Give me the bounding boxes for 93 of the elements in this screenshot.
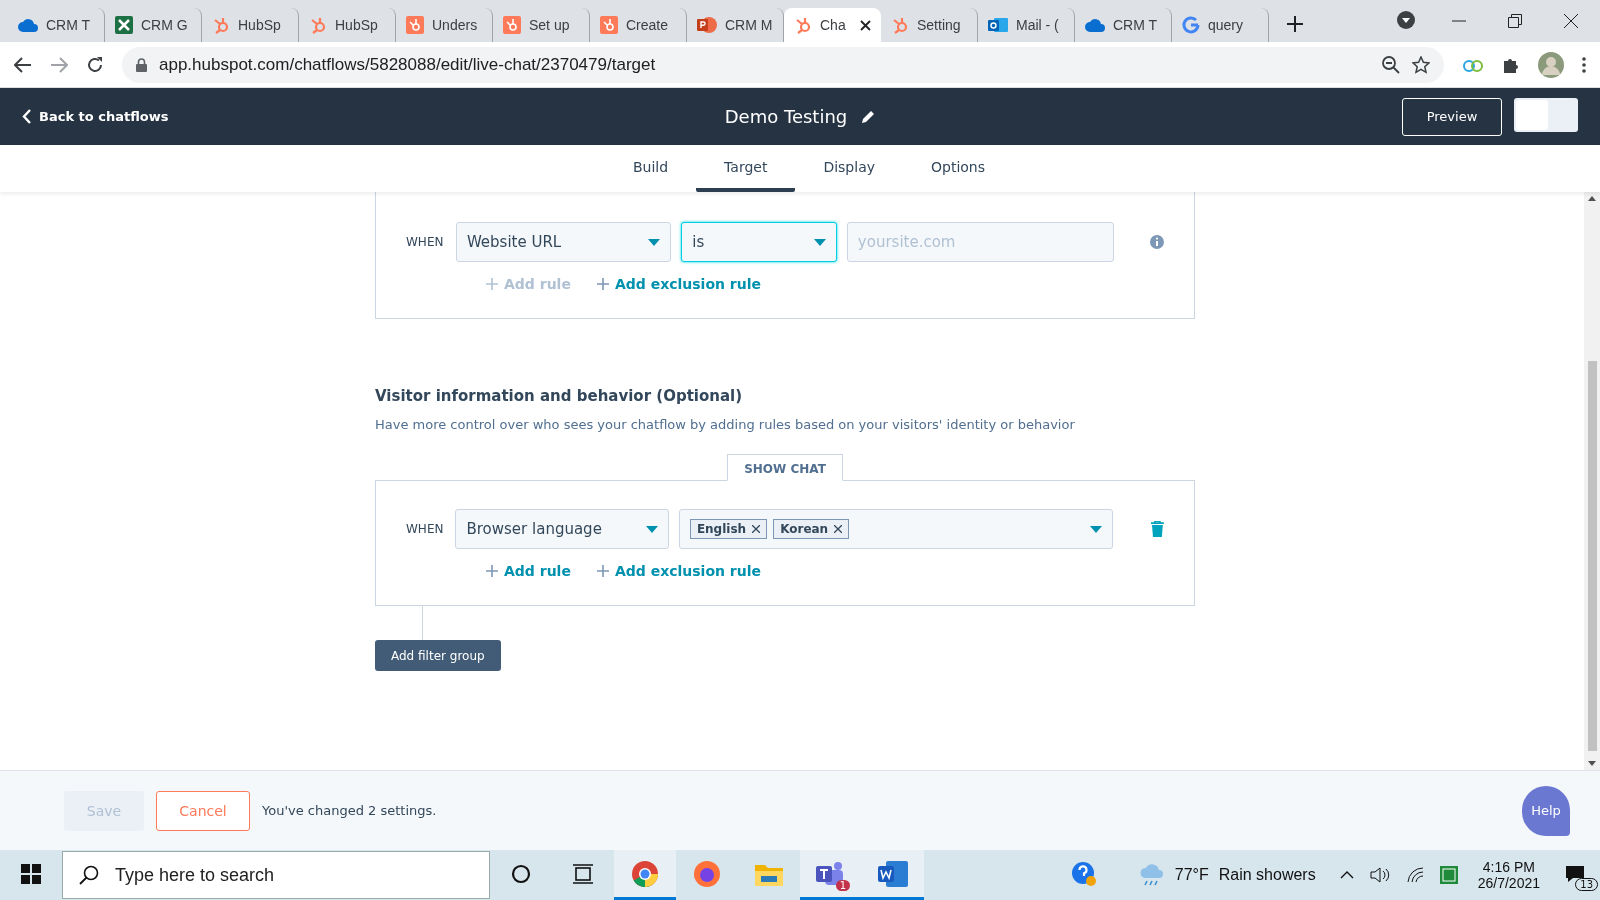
- google-icon: [1182, 16, 1200, 34]
- avatar-icon[interactable]: [1538, 51, 1564, 78]
- mail-icon: [988, 16, 1008, 34]
- task-view-icon: [572, 863, 594, 884]
- search-icon: [79, 865, 99, 885]
- notification-button[interactable]: 13: [1550, 850, 1600, 900]
- caret-icon: [645, 525, 658, 533]
- when-label: WHEN: [406, 522, 445, 536]
- caret-icon: [813, 238, 826, 246]
- preview-button[interactable]: Preview: [1402, 97, 1502, 136]
- value-tag[interactable]: Korean: [773, 519, 850, 539]
- taskbar-app[interactable]: 1: [800, 850, 862, 900]
- taskbar-search-box[interactable]: Type here to search: [62, 851, 490, 899]
- sprocket-icon: [406, 16, 424, 34]
- circle-icon: [511, 863, 531, 884]
- values-multiselect[interactable]: English Korean: [678, 509, 1114, 549]
- chevron-left-icon: [22, 109, 31, 124]
- pencil-icon[interactable]: [861, 109, 876, 124]
- tab-search-icon[interactable]: [1396, 10, 1416, 30]
- caret-icon: [648, 238, 661, 246]
- scrollbar[interactable]: [1584, 192, 1600, 770]
- sprocket-icon: [794, 16, 812, 34]
- nav-tab[interactable]: Options: [903, 145, 1014, 192]
- nav-tab[interactable]: Display: [795, 145, 903, 192]
- browser-tab[interactable]: Cha: [784, 8, 881, 42]
- new-tab-icon[interactable]: [1287, 16, 1303, 32]
- group-label: SHOW CHAT: [727, 454, 843, 481]
- reload-icon[interactable]: [86, 55, 104, 74]
- plus-icon: [486, 278, 498, 290]
- back-arrow-icon[interactable]: [14, 56, 32, 73]
- sprocket-icon: [309, 16, 327, 34]
- add-filter-group-button[interactable]: Add filter group: [375, 640, 501, 671]
- keyboard-icon[interactable]: [1439, 866, 1458, 884]
- taskbar-app[interactable]: [614, 850, 676, 900]
- add-rule-link[interactable]: Add rule: [486, 563, 571, 579]
- section-heading: Visitor information and behavior (Optional): [375, 387, 744, 405]
- cloud-icon: [1085, 18, 1105, 32]
- remove-icon[interactable]: [834, 525, 843, 533]
- section-description: Have more control over who sees your chatflow by adding rules based on your visitors' identity or behavior: [375, 417, 1076, 432]
- teams-icon: [816, 859, 846, 888]
- word-icon: [878, 859, 908, 888]
- speaker-icon[interactable]: [1369, 867, 1390, 883]
- sprocket-icon: [212, 16, 230, 34]
- temperature-text: 77°F: [1174, 866, 1209, 884]
- toggle-switch[interactable]: [1514, 97, 1578, 132]
- taskbar-app[interactable]: [862, 850, 924, 900]
- sprocket-icon: [600, 16, 618, 34]
- notification-badge: 1: [835, 880, 850, 891]
- chevron-up-icon[interactable]: [1339, 871, 1354, 879]
- plus-icon: [596, 278, 609, 290]
- spreadsheet-icon: [115, 16, 133, 34]
- scroll-up-icon[interactable]: [1588, 196, 1596, 201]
- menu-icon[interactable]: [1582, 56, 1586, 73]
- nav-tab[interactable]: Build: [604, 145, 697, 192]
- presentation-icon: [697, 16, 717, 34]
- value-tag[interactable]: English: [689, 519, 768, 539]
- plus-icon: [486, 565, 498, 577]
- plus-icon: [596, 565, 609, 577]
- sprocket-icon: [891, 16, 909, 34]
- back-link[interactable]: Back to chatflows: [22, 109, 422, 124]
- question-icon: [1070, 860, 1097, 887]
- value-field[interactable]: yoursite.com: [846, 222, 1115, 262]
- lock-icon: [136, 57, 147, 72]
- remove-icon[interactable]: [752, 525, 761, 533]
- add-rule-link[interactable]: Add exclusion rule: [596, 276, 762, 292]
- star-icon[interactable]: [1412, 55, 1430, 74]
- cloud-icon: [18, 18, 38, 32]
- help-button[interactable]: Help: [1522, 785, 1570, 836]
- restore-icon[interactable]: [1508, 14, 1522, 28]
- taskbar-search-field[interactable]: Type here to search: [113, 852, 473, 898]
- wifi-icon[interactable]: [1405, 867, 1424, 883]
- firefox-icon: [693, 859, 721, 888]
- zoom-out-icon[interactable]: [1382, 55, 1400, 74]
- windows-icon: [21, 863, 41, 884]
- changes-message: You've changed 2 settings.: [262, 803, 438, 818]
- caret-icon: [1090, 525, 1103, 533]
- info-icon[interactable]: [1150, 235, 1164, 249]
- close-icon[interactable]: [1564, 14, 1578, 28]
- rain-cloud-icon: [1138, 864, 1165, 886]
- property-dropdown[interactable]: Browser language: [455, 509, 669, 549]
- property-dropdown[interactable]: Website URL: [455, 222, 672, 262]
- trash-icon[interactable]: [1151, 521, 1164, 537]
- close-icon[interactable]: [860, 19, 871, 31]
- scroll-down-icon[interactable]: [1588, 761, 1596, 766]
- weather-text: Rain showers: [1218, 866, 1316, 884]
- notification-count: 13: [1575, 878, 1598, 891]
- clock[interactable]: 4:16 PM 26/7/2021: [1467, 859, 1550, 891]
- chatflow-title: Demo Testing: [724, 106, 848, 127]
- when-label: WHEN: [406, 235, 445, 249]
- add-rule-link[interactable]: Add exclusion rule: [596, 563, 762, 579]
- operator-dropdown[interactable]: is: [681, 222, 837, 262]
- sprocket-icon: [503, 16, 521, 34]
- chrome-icon: [631, 859, 659, 888]
